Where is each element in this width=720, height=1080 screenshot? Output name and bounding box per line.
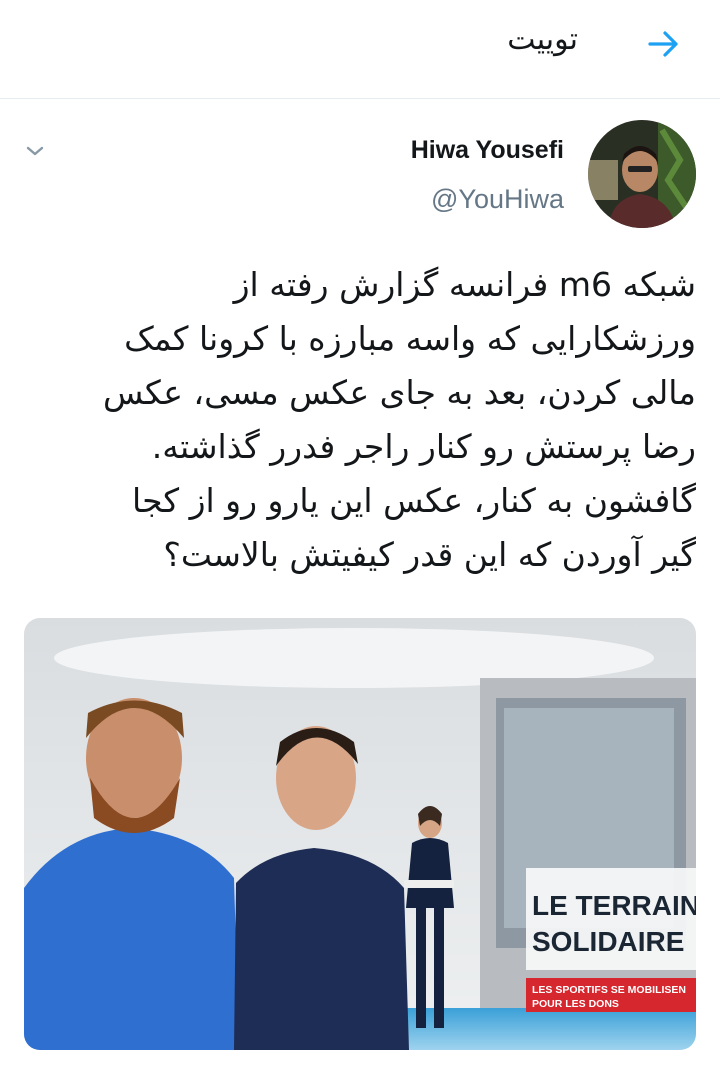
- tv-studio-photo: LE TERRAIN SOLIDAIRE LES SPORTIFS SE MOB…: [24, 618, 696, 1050]
- top-bar: توییت: [0, 0, 720, 99]
- back-button[interactable]: [642, 22, 686, 66]
- tweet-media-image[interactable]: LE TERRAIN SOLIDAIRE LES SPORTIFS SE MOB…: [24, 618, 696, 1050]
- tweet-text-line: ورزشکارایی که واسه مبارزه با کرونا کمک: [124, 319, 696, 358]
- tweet-text-line: گافشون به کنار، عکس این یارو رو از کجا: [132, 481, 696, 520]
- chevron-down-icon: [26, 146, 44, 156]
- author-name[interactable]: Hiwa Yousefi: [411, 136, 564, 165]
- tweet-text-line: شبکه m6 فرانسه گزارش رفته از: [233, 265, 696, 304]
- tweet-text-line: مالی کردن، بعد به جای عکس مسی، عکس: [102, 373, 696, 412]
- page-title: توییت: [507, 22, 578, 57]
- ticker-line2: POUR LES DONS: [532, 998, 619, 1010]
- arrow-right-icon: [648, 31, 678, 57]
- tweet-text-line: گیر آوردن که این قدر کیفیتش بالاست؟: [163, 535, 696, 574]
- banner-title-line1: LE TERRAIN: [532, 890, 696, 921]
- tweet-menu-button[interactable]: [18, 134, 52, 168]
- ticker-line1: LES SPORTIFS SE MOBILISEN: [532, 984, 686, 996]
- tweet-text-line: رضا پرستش رو کنار راجر فدرر گذاشته.: [151, 427, 696, 466]
- tweet-text: شبکه m6 فرانسه گزارش رفته از ورزشکارایی …: [40, 258, 696, 582]
- banner-title-line2: SOLIDAIRE: [532, 926, 684, 957]
- avatar[interactable]: [588, 120, 696, 228]
- author-handle[interactable]: @YouHiwa: [431, 184, 564, 215]
- avatar-image: [588, 120, 696, 228]
